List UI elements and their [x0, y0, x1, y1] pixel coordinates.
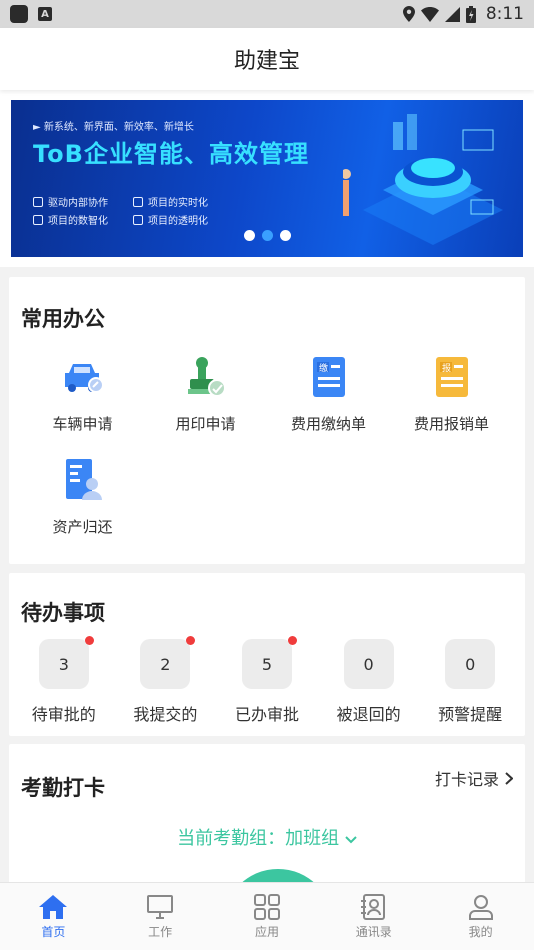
- bulb-icon: [33, 214, 43, 225]
- todo-label: 待审批的: [31, 705, 96, 724]
- banner-feature: 项目的实时化: [133, 194, 208, 209]
- asset-return-icon: [61, 458, 105, 502]
- banner-pagination: [244, 230, 291, 241]
- section-title: 考勤打卡: [21, 776, 105, 800]
- todo-returned[interactable]: 0 被退回的: [321, 639, 417, 725]
- todo-submitted[interactable]: 2 我提交的: [117, 636, 213, 725]
- punch-record-link[interactable]: 打卡记录: [435, 766, 513, 790]
- section-title: 常用办公: [21, 307, 105, 331]
- unread-dot: [84, 636, 94, 645]
- vehicle-request-item[interactable]: 车辆申请: [21, 355, 144, 434]
- count-badge: 5: [241, 636, 297, 689]
- todo-label: 已办审批: [234, 705, 299, 724]
- grid-icon: [253, 893, 280, 920]
- attendance-card: 考勤打卡 打卡记录 当前考勤组：加班组: [9, 744, 525, 884]
- tab-contacts[interactable]: 通讯录: [334, 893, 414, 940]
- banner-feature: 驱动内部协作: [33, 194, 108, 209]
- reimburse-form-icon: 报: [430, 355, 474, 399]
- seal-request-item[interactable]: 用印申请: [144, 355, 267, 434]
- fee-payment-item[interactable]: 缴 费用缴纳单: [267, 355, 390, 434]
- section-title: 待办事项: [21, 601, 105, 625]
- reimbursement-item[interactable]: 报 费用报销单: [390, 355, 513, 434]
- car-icon: [61, 355, 105, 399]
- isometric-illustration: [343, 114, 503, 245]
- bottom-tab-bar: 首页 工作 应用 通讯录 我的: [0, 882, 534, 950]
- count-badge: 2: [140, 636, 196, 689]
- todo-label: 预警提醒: [438, 705, 503, 724]
- tab-home[interactable]: 首页: [13, 894, 93, 940]
- page-title: 助建宝: [0, 28, 534, 90]
- banner-feature: 项目的透明化: [133, 212, 208, 227]
- svg-text:缴: 缴: [319, 362, 328, 374]
- home-icon: [39, 894, 68, 919]
- profile-icon: [468, 894, 493, 920]
- banner-section: ► 新系统、新界面、新效率、新增长 ToB企业智能、高效管理 驱动内部协作 项目…: [0, 90, 534, 267]
- monitor-small-icon: [133, 196, 143, 207]
- todo-card: 待办事项 3 待审批的 2 我提交的 5 已办审批 0 被退回的 0 预警提醒: [9, 573, 525, 736]
- notification-icon: [10, 5, 28, 23]
- svg-text:报: 报: [442, 362, 451, 374]
- a-notification-icon: A: [38, 7, 52, 21]
- item-label: 费用缴纳单: [290, 415, 366, 433]
- tab-me[interactable]: 我的: [441, 894, 521, 940]
- status-bar: A 8:11: [0, 0, 534, 28]
- count-badge: 0: [445, 639, 496, 689]
- todo-label: 被退回的: [336, 705, 401, 724]
- monitor-icon: [147, 894, 174, 919]
- promo-banner[interactable]: ► 新系统、新界面、新效率、新增长 ToB企业智能、高效管理 驱动内部协作 项目…: [11, 100, 523, 257]
- count-badge: 0: [343, 639, 394, 689]
- asset-return-item[interactable]: 资产归还: [21, 458, 144, 537]
- item-label: 用印申请: [175, 415, 236, 433]
- unread-dot: [186, 636, 196, 645]
- count-badge: 3: [38, 636, 94, 689]
- tab-work[interactable]: 工作: [120, 894, 200, 940]
- banner-feature: 项目的数智化: [33, 212, 108, 227]
- attendance-group-selector[interactable]: 当前考勤组：加班组: [21, 824, 513, 850]
- todo-label: 我提交的: [133, 705, 198, 724]
- item-label: 资产归还: [52, 518, 113, 536]
- tab-apps[interactable]: 应用: [227, 893, 307, 940]
- banner-tagline: ► 新系统、新界面、新效率、新增长: [33, 122, 194, 133]
- signal-icon: [444, 6, 460, 22]
- org-icon: [33, 196, 43, 207]
- todo-warning[interactable]: 0 预警提醒: [422, 639, 518, 725]
- payment-form-icon: 缴: [307, 355, 351, 399]
- banner-headline: ToB企业智能、高效管理: [33, 140, 309, 168]
- chevron-down-icon: [345, 836, 357, 844]
- layers-icon: [133, 214, 143, 225]
- seal-icon: [184, 355, 228, 399]
- todo-pending-approval[interactable]: 3 待审批的: [16, 636, 112, 725]
- unread-dot: [287, 636, 297, 645]
- battery-icon: [465, 5, 476, 23]
- item-label: 费用报销单: [413, 415, 489, 433]
- wifi-icon: [420, 6, 439, 22]
- common-office-card: 常用办公 车辆申请 用印申请 缴 费用缴纳单 报 费用报销单 资产归还: [9, 277, 525, 564]
- chevron-right-icon: [505, 771, 513, 785]
- status-time: 8:11: [485, 4, 524, 24]
- contacts-icon: [360, 893, 385, 920]
- pagination-dot-active[interactable]: [262, 230, 273, 241]
- todo-processed[interactable]: 5 已办审批: [219, 636, 315, 725]
- pagination-dot[interactable]: [280, 230, 291, 241]
- location-icon: [402, 6, 415, 22]
- pagination-dot[interactable]: [244, 230, 255, 241]
- item-label: 车辆申请: [52, 415, 113, 433]
